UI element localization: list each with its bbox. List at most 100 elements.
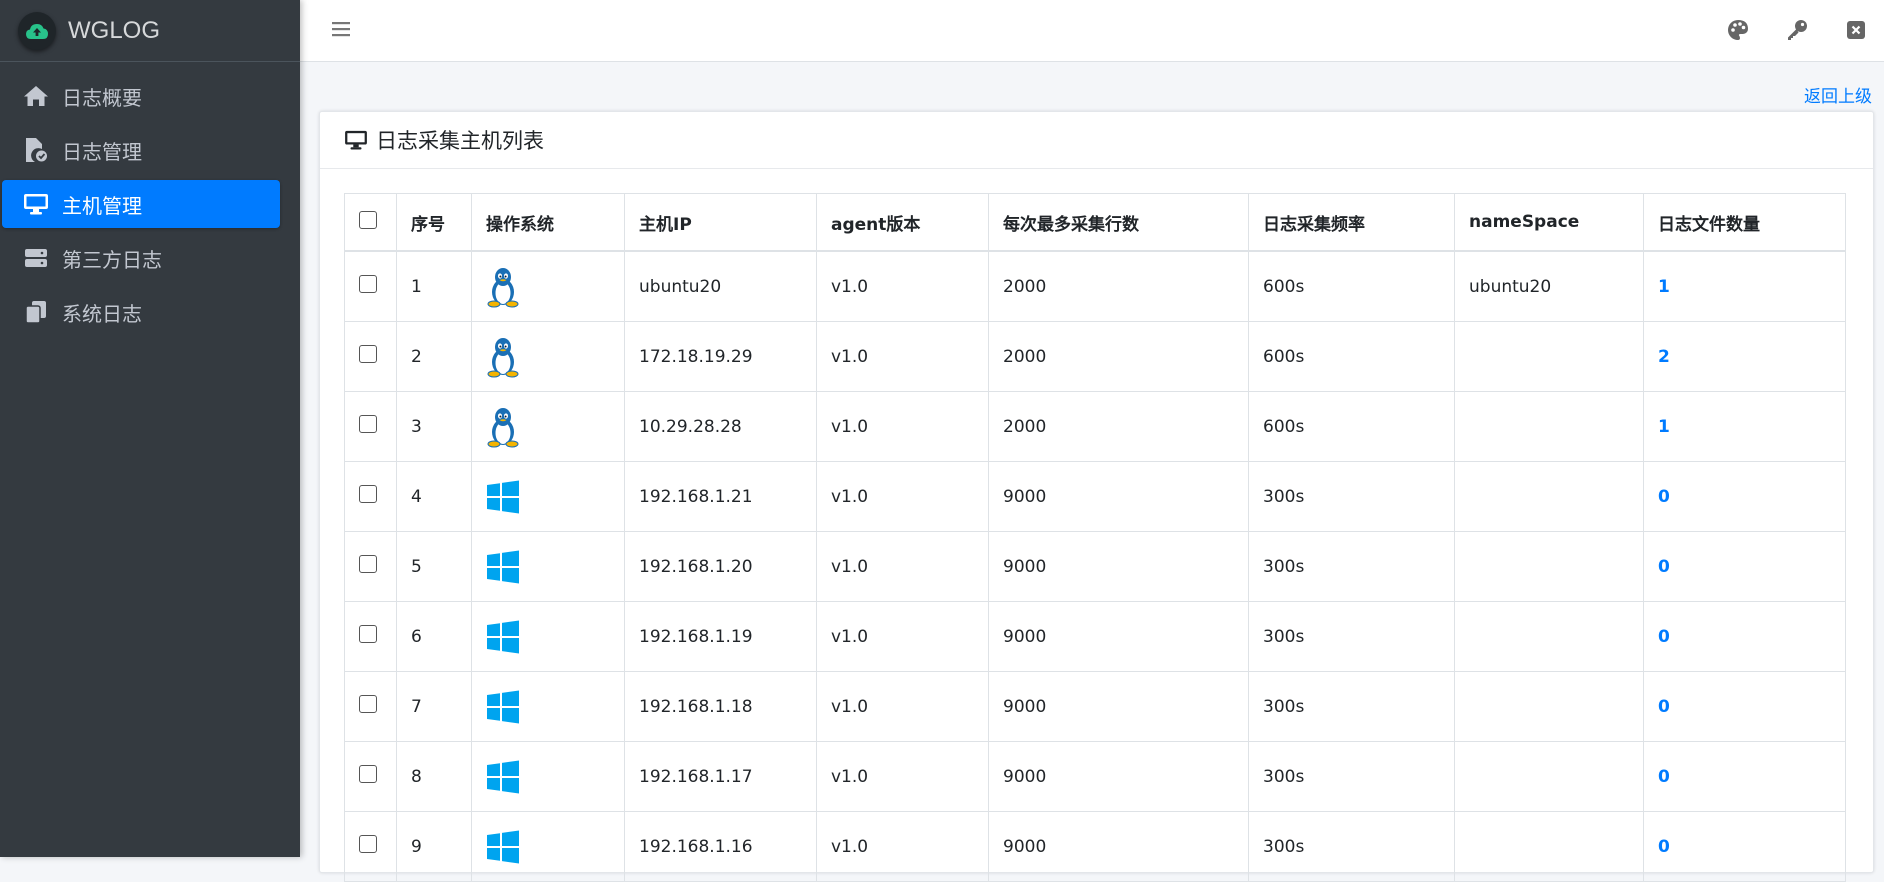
file-count-link[interactable]: 0 [1658,627,1670,647]
cell-agent-version: v1.0 [816,461,989,532]
cell-frequency: 300s [1248,461,1455,532]
card-title: 日志采集主机列表 [376,129,544,153]
row-checkbox[interactable] [359,695,377,713]
row-checkbox[interactable] [359,835,377,853]
sidebar-item-label: 日志管理 [62,139,142,164]
cell-file-count: 0 [1643,671,1846,742]
file-count-link[interactable]: 0 [1658,697,1670,717]
cell-namespace [1454,741,1644,812]
sidebar-item-label: 主机管理 [62,193,142,218]
column-header: 序号 [396,193,472,252]
file-count-link[interactable]: 2 [1658,347,1670,367]
row-checkbox[interactable] [359,485,377,503]
row-select-cell [344,391,397,462]
file-count-link[interactable]: 0 [1658,557,1670,577]
sidebar-nav: 日志概要 日志管理 主机管理 第三方日志 系统日志 [0,62,300,336]
cell-max-lines: 2000 [988,321,1249,392]
copy-icon [22,298,50,326]
cell-file-count: 1 [1643,250,1846,322]
windows-icon [486,760,610,794]
cell-file-count: 1 [1643,391,1846,462]
cell-index: 4 [396,461,472,532]
cell-frequency: 300s [1248,671,1455,742]
cell-max-lines: 9000 [988,811,1249,882]
file-count-link[interactable]: 1 [1658,417,1670,437]
cell-file-count: 2 [1643,321,1846,392]
back-link[interactable]: 返回上级 [1804,82,1872,107]
cell-host-ip: 172.18.19.29 [624,321,817,392]
cell-namespace [1454,671,1644,742]
cell-namespace: ubuntu20 [1454,250,1644,322]
row-select-cell [344,250,397,322]
column-header: 主机IP [624,193,817,252]
cell-frequency: 300s [1248,741,1455,812]
desktop-icon [22,190,50,218]
card-header: 日志采集主机列表 [320,112,1873,169]
row-select-cell [344,321,397,392]
column-header: 每次最多采集行数 [988,193,1249,252]
cell-file-count: 0 [1643,601,1846,672]
cell-os [471,601,625,672]
cell-agent-version: v1.0 [816,321,989,392]
cell-index: 6 [396,601,472,672]
row-checkbox[interactable] [359,765,377,783]
sidebar-item-system-logs[interactable]: 系统日志 [2,288,280,336]
row-checkbox[interactable] [359,415,377,433]
row-select-cell [344,741,397,812]
table-row: 3 10.29.28.28 v1.0 2000 600s 1 [344,391,1846,462]
table-row: 6 192.168.1.19 v1.0 9000 300s 0 [344,601,1846,672]
file-count-link[interactable]: 0 [1658,487,1670,507]
cell-index: 1 [396,250,472,322]
file-count-link[interactable]: 1 [1658,277,1670,297]
brand-name: WGLOG [68,16,161,44]
cell-max-lines: 9000 [988,741,1249,812]
cell-agent-version: v1.0 [816,531,989,602]
cell-os [471,391,625,462]
palette-icon[interactable] [1724,16,1752,44]
key-icon[interactable] [1783,16,1811,44]
close-square-icon[interactable] [1842,16,1870,44]
sidebar-item-third-party-logs[interactable]: 第三方日志 [2,234,280,282]
row-select-cell [344,671,397,742]
windows-icon [486,620,610,654]
cell-agent-version: v1.0 [816,811,989,882]
cell-os [471,321,625,392]
cell-index: 8 [396,741,472,812]
column-header: agent版本 [816,193,989,252]
select-all-checkbox[interactable] [359,210,377,229]
linux-icon [486,266,610,308]
cell-file-count: 0 [1643,811,1846,882]
sidebar-item-label: 第三方日志 [62,247,162,272]
sidebar-item-log-overview[interactable]: 日志概要 [2,72,280,120]
cell-namespace [1454,531,1644,602]
menu-icon[interactable] [326,14,356,44]
cell-namespace [1454,321,1644,392]
table-header-row: 序号 操作系统 主机IP agent版本 每次最多采集行数 日志采集频率 nam… [344,193,1846,252]
sidebar-item-log-management[interactable]: 日志管理 [2,126,280,174]
row-checkbox[interactable] [359,345,377,363]
file-count-link[interactable]: 0 [1658,837,1670,857]
table-row: 7 192.168.1.18 v1.0 9000 300s 0 [344,671,1846,742]
cell-host-ip: 192.168.1.18 [624,671,817,742]
cell-index: 7 [396,671,472,742]
cell-index: 9 [396,811,472,882]
sidebar-item-label: 日志概要 [62,85,142,110]
windows-icon [486,690,610,724]
sidebar-item-host-management[interactable]: 主机管理 [2,180,280,228]
column-header: 操作系统 [471,193,625,252]
cell-frequency: 600s [1248,321,1455,392]
cell-file-count: 0 [1643,461,1846,532]
cell-agent-version: v1.0 [816,250,989,322]
windows-icon [486,480,610,514]
file-count-link[interactable]: 0 [1658,767,1670,787]
cell-host-ip: ubuntu20 [624,250,817,322]
row-checkbox[interactable] [359,275,377,293]
row-checkbox[interactable] [359,555,377,573]
windows-icon [486,550,610,584]
home-icon [22,82,50,110]
row-select-cell [344,461,397,532]
brand[interactable]: WGLOG [0,0,300,62]
cell-max-lines: 9000 [988,601,1249,672]
row-checkbox[interactable] [359,625,377,643]
windows-icon [486,830,610,864]
